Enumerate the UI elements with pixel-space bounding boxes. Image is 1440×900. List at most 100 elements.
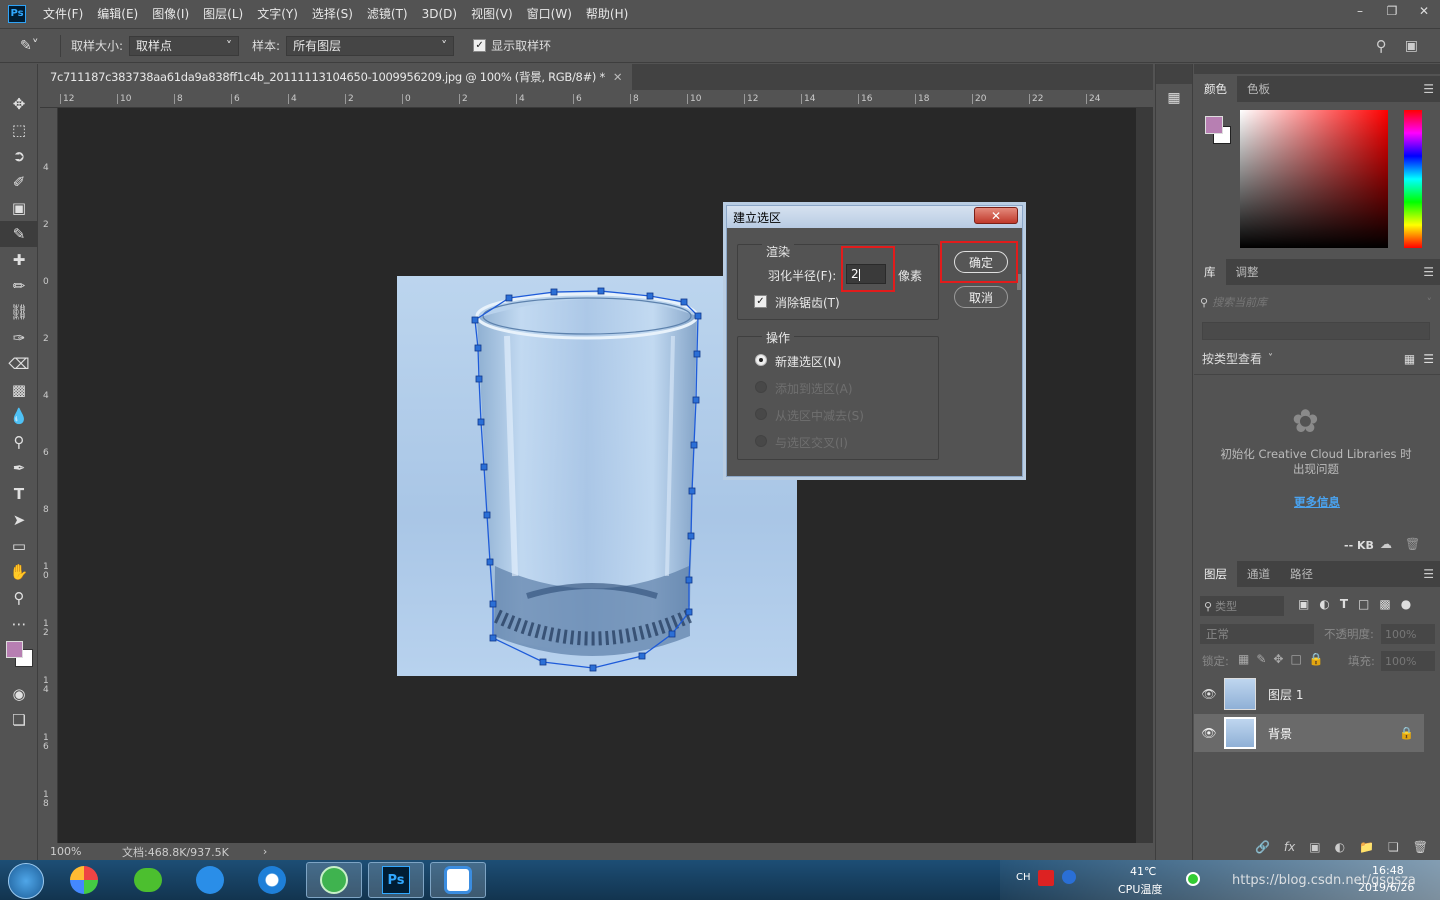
fx-icon[interactable]: fx (1284, 840, 1295, 854)
menu-filter[interactable]: 滤镜(T) (360, 5, 415, 22)
quick-select-tool-icon[interactable]: ✐ (0, 169, 38, 195)
adjustment-layer-icon[interactable]: ◐ (1335, 840, 1345, 854)
menu-image[interactable]: 图像(I) (145, 5, 196, 22)
vertical-scrollbar[interactable] (1136, 108, 1153, 843)
antialias-checkbox[interactable]: ✓ (754, 295, 767, 308)
grid-view-icon[interactable]: ▦ (1404, 352, 1415, 366)
tab-layers[interactable]: 图层 (1194, 561, 1237, 587)
type-filter-icon[interactable]: T (1340, 597, 1348, 611)
pen-tool-icon[interactable]: ✒ (0, 455, 38, 481)
menu-3d[interactable]: 3D(D) (415, 7, 464, 21)
eyedropper-tool-icon[interactable]: ✎ (0, 221, 38, 247)
close-tab-icon[interactable]: ✕ (613, 70, 623, 84)
sample-size-select[interactable]: 取样点 ˅ (129, 35, 240, 56)
blend-mode-select[interactable]: 正常 (1200, 624, 1314, 644)
panel-fg-swatch[interactable] (1205, 116, 1223, 134)
show-ring-checkbox[interactable]: ✓ (473, 39, 487, 52)
start-button[interactable] (8, 863, 44, 899)
lock-paint-icon[interactable]: ✎ (1256, 652, 1266, 666)
shape-tool-icon[interactable]: ▭ (0, 533, 38, 559)
menu-view[interactable]: 视图(V) (464, 5, 520, 22)
move-tool-icon[interactable]: ✥ (0, 91, 38, 117)
library-select[interactable] (1202, 322, 1430, 340)
cancel-button[interactable]: 取消 (954, 286, 1008, 308)
healing-brush-icon[interactable]: ✚ (0, 247, 38, 273)
input-method-icon[interactable] (1038, 870, 1054, 886)
stamp-tool-icon[interactable]: ⛓ (0, 299, 38, 325)
minimize-icon[interactable]: – (1344, 0, 1376, 22)
clock-time[interactable]: 16:48 (1372, 864, 1404, 877)
eraser-tool-icon[interactable]: ⌫ (0, 351, 38, 377)
wechat-icon[interactable] (120, 862, 176, 898)
shape-filter-icon[interactable]: □ (1358, 597, 1369, 611)
blur-tool-icon[interactable]: 💧 (0, 403, 38, 429)
lock-position-icon[interactable]: ✥ (1273, 652, 1283, 666)
workspace-icon[interactable]: ▣ (1405, 38, 1418, 54)
close-window-icon[interactable]: ✕ (1408, 0, 1440, 22)
filter-toggle-icon[interactable]: ● (1401, 597, 1411, 611)
screen-mode-icon[interactable]: ❏ (0, 707, 38, 733)
tab-channels[interactable]: 通道 (1237, 561, 1280, 587)
panel-menu-icon[interactable]: ☰ (1423, 82, 1434, 96)
path-select-icon[interactable]: ➤ (0, 507, 38, 533)
taskbar-app-icon[interactable] (56, 862, 112, 898)
cloud-sync-icon[interactable]: ☁ (1380, 537, 1392, 551)
zoom-level[interactable]: 100% (50, 845, 122, 858)
hand-tool-icon[interactable]: ✋ (0, 559, 38, 585)
panel-menu-icon[interactable]: ☰ (1423, 567, 1434, 581)
menu-select[interactable]: 选择(S) (305, 5, 360, 22)
browser-icon[interactable] (244, 862, 300, 898)
menu-type[interactable]: 文字(Y) (250, 5, 305, 22)
tab-swatches[interactable]: 色板 (1237, 76, 1280, 102)
layer-row-selected[interactable]: 👁 背景 🔒 (1194, 714, 1424, 752)
menu-window[interactable]: 窗口(W) (520, 5, 579, 22)
lock-transparent-icon[interactable]: ▦ (1238, 652, 1249, 666)
pixel-filter-icon[interactable]: ▣ (1298, 597, 1309, 611)
color-field[interactable] (1240, 110, 1388, 248)
color-swatches[interactable] (0, 637, 37, 681)
brush-tool-icon[interactable]: ✏ (0, 273, 38, 299)
tab-color[interactable]: 颜色 (1194, 76, 1237, 102)
link-layers-icon[interactable]: 🔗 (1255, 840, 1270, 854)
dialog-close-button[interactable]: ✕ (974, 207, 1018, 224)
baidu-cloud-icon[interactable] (430, 862, 486, 898)
trash-icon[interactable]: 🗑 (1405, 537, 1420, 551)
hue-slider[interactable] (1404, 110, 1422, 248)
crop-tool-icon[interactable]: ▣ (0, 195, 38, 221)
lasso-tool-icon[interactable]: ➲ (0, 143, 38, 169)
clock-date[interactable]: 2019/6/26 (1358, 881, 1414, 894)
ime-indicator[interactable]: CH (1016, 872, 1031, 883)
sample-select[interactable]: 所有图层 ˅ (286, 35, 455, 56)
adjust-filter-icon[interactable]: ◐ (1319, 597, 1329, 611)
opacity-input[interactable]: 100% (1381, 624, 1435, 644)
smart-filter-icon[interactable]: ▩ (1379, 597, 1390, 611)
document-tab[interactable]: 7c711187c383738aa61da9a838ff1c4b_2011111… (40, 64, 633, 90)
visibility-eye-icon[interactable]: 👁 (1194, 726, 1224, 740)
menu-edit[interactable]: 编辑(E) (90, 5, 145, 22)
messenger-icon[interactable] (182, 862, 238, 898)
add-mask-icon[interactable]: ▣ (1309, 840, 1320, 854)
tray-app-icon[interactable] (1186, 872, 1200, 886)
more-info-link[interactable]: 更多信息 (1194, 494, 1440, 510)
visibility-eye-icon[interactable]: 👁 (1194, 687, 1224, 701)
marquee-tool-icon[interactable]: ⬚ (0, 117, 38, 143)
history-brush-icon[interactable]: ✑ (0, 325, 38, 351)
gradient-tool-icon[interactable]: ▩ (0, 377, 38, 403)
zoom-tool-icon[interactable]: ⚲ (0, 585, 38, 611)
menu-help[interactable]: 帮助(H) (579, 5, 635, 22)
radio-new-selection[interactable] (755, 354, 767, 366)
dodge-tool-icon[interactable]: ⚲ (0, 429, 38, 455)
chevron-right-icon[interactable]: › (263, 845, 267, 858)
new-layer-icon[interactable]: ❏ (1388, 840, 1399, 854)
menu-layer[interactable]: 图层(L) (196, 5, 250, 22)
more-tools-icon[interactable]: ⋯ (0, 611, 38, 637)
type-tool-icon[interactable]: T (0, 481, 38, 507)
foreground-color-swatch[interactable] (6, 641, 23, 658)
view-by-type[interactable]: 按类型查看 (1202, 350, 1262, 367)
lock-artboard-icon[interactable]: □ (1290, 652, 1301, 666)
new-group-icon[interactable]: 📁 (1359, 840, 1374, 854)
panel-menu-icon[interactable]: ☰ (1423, 265, 1434, 279)
lock-all-icon[interactable]: 🔒 (1309, 652, 1324, 666)
library-search[interactable]: ⚲ 搜索当前库 ˅ (1200, 292, 1432, 312)
tab-paths[interactable]: 路径 (1280, 561, 1323, 587)
